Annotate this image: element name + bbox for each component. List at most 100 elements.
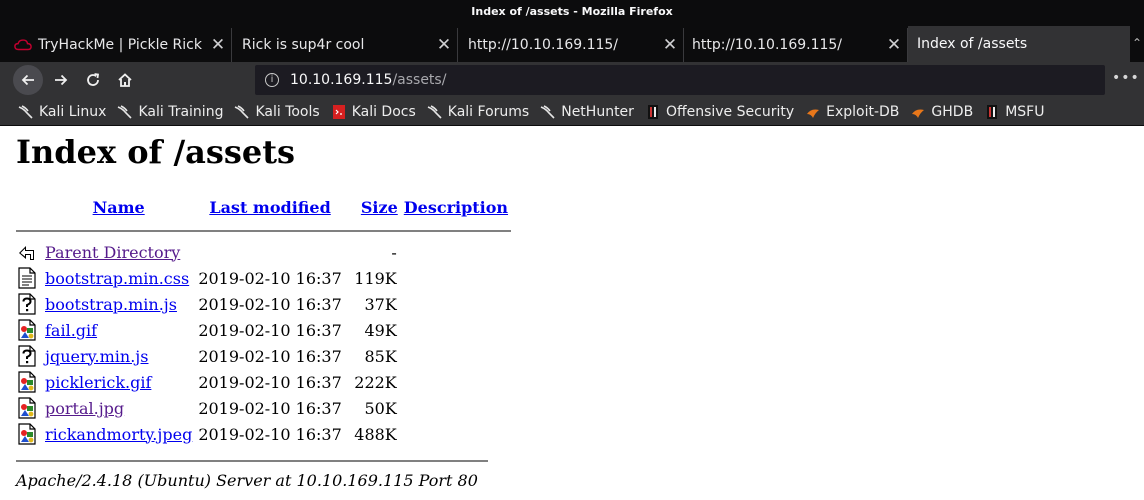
file-link[interactable]: portal.jpg [45, 399, 124, 418]
file-description [401, 317, 511, 343]
close-icon[interactable]: ✕ [431, 35, 457, 55]
sort-by-size-link[interactable]: Size [361, 198, 398, 217]
image-file-icon [18, 319, 36, 341]
url-bar[interactable]: i 10.10.169.115/assets/ [255, 65, 1105, 95]
image-file-icon [18, 423, 36, 445]
tab-url-2[interactable]: http://10.10.169.115/ ✕ [684, 28, 908, 62]
parent-directory-link[interactable]: Parent Directory [45, 243, 180, 262]
file-description [401, 369, 511, 395]
unknown-file-icon [18, 293, 36, 315]
file-size: 49K [364, 320, 397, 340]
bookmark-label: Kali Tools [255, 103, 320, 120]
tab-label: TryHackMe | Pickle Rick [38, 37, 202, 53]
tab-label: Index of /assets [917, 36, 1028, 52]
file-modified: 2019-02-10 16:37 [198, 346, 342, 366]
modified-column-header[interactable]: Last modified [195, 191, 344, 223]
home-button[interactable] [110, 65, 140, 95]
tab-strip: TryHackMe | Pickle Rick ✕ Rick is sup4r … [0, 24, 1144, 62]
kali-dragon-icon [18, 104, 33, 119]
kali-dragon-icon [118, 104, 133, 119]
bookmark-kali-forums[interactable]: Kali Forums [427, 104, 529, 120]
description-column-header[interactable]: Description [401, 191, 511, 223]
file-modified: 2019-02-10 16:37 [198, 372, 342, 392]
bookmark-kali-linux[interactable]: Kali Linux [18, 104, 106, 120]
size-column-header[interactable]: Size [345, 191, 401, 223]
file-size: 85K [364, 346, 397, 366]
kali-dragon-icon [235, 104, 250, 119]
tab-index-assets[interactable]: Index of /assets [908, 26, 1130, 62]
reload-button[interactable] [78, 65, 108, 95]
sort-by-name-link[interactable]: Name [93, 198, 145, 217]
file-description [401, 265, 511, 291]
table-row: Parent Directory - [16, 239, 511, 265]
bookmark-label: GHDB [931, 103, 974, 120]
file-modified: 2019-02-10 16:37 [198, 294, 342, 314]
forward-button[interactable] [46, 65, 76, 95]
back-button[interactable] [13, 65, 43, 95]
bookmark-nethunter[interactable]: NetHunter [540, 104, 634, 120]
tab-overflow-icon[interactable]: ⌃ [1132, 36, 1142, 50]
file-link[interactable]: bootstrap.min.css [45, 269, 189, 288]
file-link[interactable]: fail.gif [45, 321, 97, 340]
bookmarks-toolbar: Kali Linux Kali Training Kali Tools Kali… [0, 98, 1144, 126]
back-arrow-icon [21, 74, 34, 86]
bookmark-label: Offensive Security [665, 103, 795, 120]
close-icon[interactable]: ✕ [657, 35, 683, 55]
sort-by-description-link[interactable]: Description [404, 198, 508, 217]
bookmark-kali-training[interactable]: Kali Training [117, 104, 223, 120]
bookmark-kali-tools[interactable]: Kali Tools [234, 103, 320, 120]
kali-dragon-icon [540, 104, 555, 119]
footer-divider [16, 460, 488, 462]
tab-url-1[interactable]: http://10.10.169.115/ ✕ [458, 28, 684, 62]
tab-tryhackme[interactable]: TryHackMe | Pickle Rick ✕ [0, 28, 232, 62]
bookmark-label: Kali Linux [39, 103, 107, 120]
reload-icon [87, 73, 100, 86]
file-modified: 2019-02-10 16:37 [198, 424, 342, 444]
table-row: fail.gif 2019-02-10 16:37 49K [16, 317, 511, 343]
exploitdb-icon [912, 109, 925, 118]
name-column-header[interactable]: Name [42, 191, 195, 223]
table-row: jquery.min.js 2019-02-10 16:37 85K [16, 343, 511, 369]
page-heading: Index of /assets [16, 133, 296, 171]
listing-divider [16, 223, 512, 239]
forward-arrow-icon [55, 74, 68, 86]
bookmark-kali-docs[interactable]: Kali Docs [331, 104, 416, 120]
site-info-icon[interactable]: i [265, 73, 279, 87]
file-link[interactable]: rickandmorty.jpeg [45, 425, 192, 444]
file-modified: 2019-02-10 16:37 [198, 268, 342, 288]
file-size: 222K [354, 372, 397, 392]
bookmark-label: Kali Docs [351, 103, 416, 120]
bookmark-label: Exploit-DB [826, 103, 900, 120]
url-host: 10.10.169.115 [290, 72, 393, 88]
table-row: bootstrap.min.js 2019-02-10 16:37 37K [16, 291, 511, 317]
bookmark-label: Kali Forums [447, 103, 530, 120]
bookmark-ghdb[interactable]: GHDB [910, 104, 973, 120]
server-signature: Apache/2.4.18 (Ubuntu) Server at 10.10.1… [16, 471, 478, 490]
image-file-icon [18, 397, 36, 419]
text-file-icon [18, 267, 36, 289]
icon-column-header [16, 191, 42, 223]
file-link[interactable]: jquery.min.js [45, 347, 148, 366]
file-link[interactable]: picklerick.gif [45, 373, 151, 392]
bookmark-exploit-db[interactable]: Exploit-DB [805, 104, 899, 120]
close-icon[interactable]: ✕ [205, 35, 231, 55]
file-description [401, 395, 511, 421]
exploitdb-icon [807, 109, 820, 118]
file-link[interactable]: bootstrap.min.js [45, 295, 177, 314]
url-path: /assets/ [392, 72, 447, 88]
close-icon[interactable]: ✕ [881, 35, 907, 55]
file-size: - [391, 242, 397, 262]
image-file-icon [18, 371, 36, 393]
sort-by-modified-link[interactable]: Last modified [209, 198, 330, 217]
kali-docs-icon [332, 104, 345, 119]
back-arrow-icon [19, 246, 34, 260]
bookmark-offensive-security[interactable]: Offensive Security [645, 104, 794, 120]
bookmark-label: NetHunter [561, 103, 634, 120]
window-title: Index of /assets - Mozilla Firefox [0, 0, 1144, 24]
file-description [401, 421, 511, 447]
file-modified: 2019-02-10 16:37 [198, 320, 342, 340]
bookmark-msfu[interactable]: MSFU [984, 104, 1044, 120]
table-row: picklerick.gif 2019-02-10 16:37 222K [16, 369, 511, 395]
page-actions-icon[interactable]: ••• [1112, 70, 1140, 86]
tab-rick-cool[interactable]: Rick is sup4r cool ✕ [232, 28, 458, 62]
